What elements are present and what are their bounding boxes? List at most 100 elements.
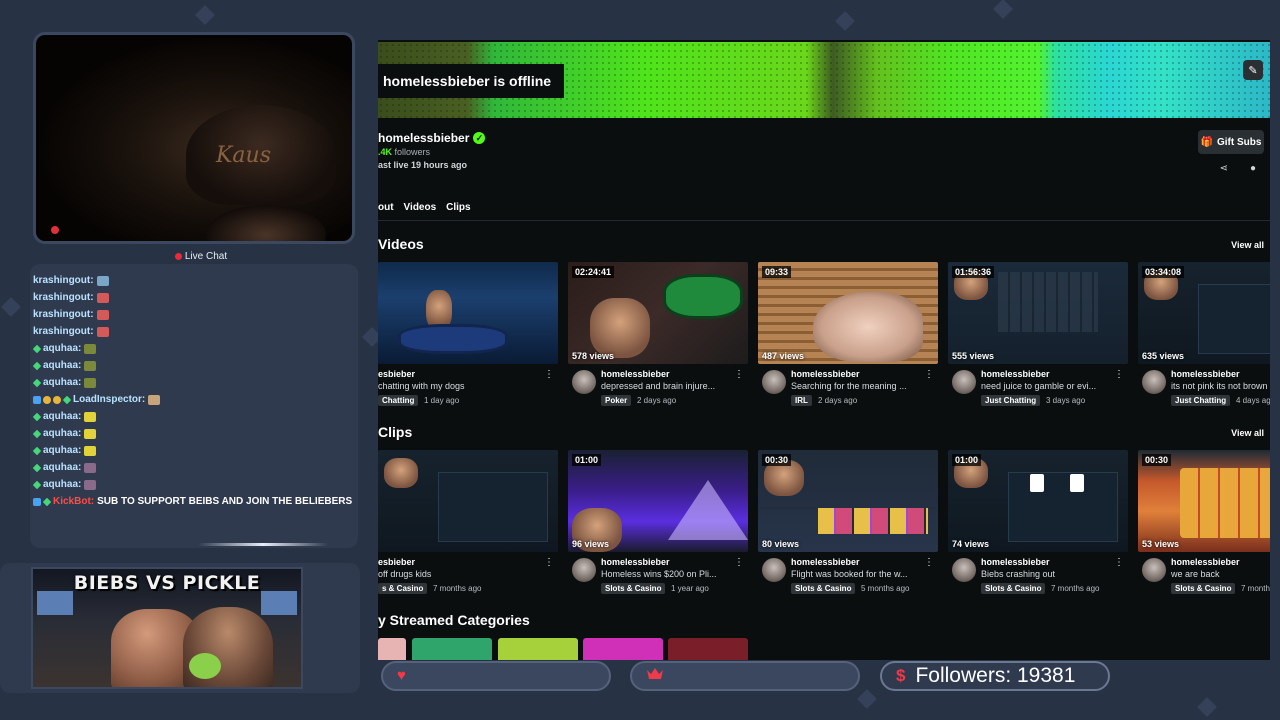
- card-channel-name[interactable]: homelessbieber: [601, 557, 670, 567]
- card-channel-name[interactable]: homelessbieber: [791, 557, 860, 567]
- chat-username[interactable]: aquhaa:: [43, 445, 81, 456]
- share-icon[interactable]: ⋖: [1220, 163, 1228, 174]
- card-meta: homelessbieber Flight was booked for the …: [758, 556, 938, 596]
- card-title[interactable]: depressed and brain injure...: [601, 381, 735, 391]
- more-options-icon[interactable]: ⋮: [734, 557, 744, 568]
- clip-card[interactable]: 01:00 74 views homelessbieber Biebs crashin…: [948, 450, 1128, 596]
- category-tag[interactable]: Slots & Casino: [981, 583, 1046, 594]
- card-channel-name[interactable]: esbieber: [378, 557, 415, 567]
- clip-card[interactable]: esbieber off drugs kids s & Casino 7 months…: [378, 450, 558, 596]
- chat-username[interactable]: aquhaa:: [43, 479, 81, 490]
- chat-panel[interactable]: krashingout: krashingout: krashingout: kras…: [30, 264, 358, 548]
- chat-username[interactable]: aquhaa:: [43, 411, 81, 422]
- card-title[interactable]: need juice to gamble or evi...: [981, 381, 1115, 391]
- more-options-icon[interactable]: ⋮: [924, 557, 934, 568]
- category-thumbnail[interactable]: [668, 638, 748, 660]
- category-tag[interactable]: Just Chatting: [1171, 395, 1231, 406]
- chat-username[interactable]: krashingout:: [33, 309, 94, 320]
- card-channel-name[interactable]: homelessbieber: [1171, 557, 1240, 567]
- clip-card[interactable]: 00:30 53 views homelessbieber we are back Sl…: [1138, 450, 1270, 596]
- chat-username[interactable]: LoadInspector:: [73, 394, 145, 405]
- thumbnail[interactable]: 03:34:08 635 views: [1138, 262, 1270, 364]
- avatar[interactable]: [572, 558, 596, 582]
- avatar[interactable]: [762, 370, 786, 394]
- category-tag[interactable]: Chatting: [378, 395, 419, 406]
- card-channel-name[interactable]: homelessbieber: [791, 369, 860, 379]
- category-tag[interactable]: Just Chatting: [981, 395, 1041, 406]
- avatar[interactable]: [952, 370, 976, 394]
- more-options-icon[interactable]: ⋮: [1114, 369, 1124, 380]
- chat-username[interactable]: aquhaa:: [43, 377, 81, 388]
- category-thumbnail[interactable]: [412, 638, 492, 660]
- category-thumbnail[interactable]: [498, 638, 578, 660]
- card-channel-name[interactable]: esbieber: [378, 369, 415, 379]
- category-tag[interactable]: Slots & Casino: [1171, 583, 1236, 594]
- video-card[interactable]: esbieber chatting with my dogs Chatting 1 d…: [378, 262, 558, 408]
- card-title[interactable]: Flight was booked for the w...: [791, 569, 925, 579]
- chat-username[interactable]: aquhaa:: [43, 360, 81, 371]
- view-count: 578 views: [572, 351, 615, 361]
- thumbnail[interactable]: [378, 450, 558, 552]
- chat-username[interactable]: aquhaa:: [43, 343, 81, 354]
- card-title[interactable]: chatting with my dogs: [378, 381, 512, 391]
- category-tag[interactable]: Slots & Casino: [791, 583, 856, 594]
- more-options-icon[interactable]: ⋮: [544, 557, 554, 568]
- tab-about[interactable]: out: [378, 202, 394, 213]
- tab-videos[interactable]: Videos: [404, 202, 437, 213]
- more-options-icon[interactable]: ⋮: [924, 369, 934, 380]
- chat-username[interactable]: aquhaa:: [43, 428, 81, 439]
- chat-username[interactable]: krashingout:: [33, 275, 94, 286]
- card-channel-name[interactable]: homelessbieber: [981, 557, 1050, 567]
- thumbnail[interactable]: 01:00 74 views: [948, 450, 1128, 552]
- card-title[interactable]: off drugs kids: [378, 569, 512, 579]
- channel-name[interactable]: homelessbieber ✓: [378, 131, 486, 145]
- card-title[interactable]: Biebs crashing out: [981, 569, 1115, 579]
- clip-card[interactable]: 01:00 96 views homelessbieber Homeless wins…: [568, 450, 748, 596]
- card-title[interactable]: Homeless wins $200 on Pli...: [601, 569, 735, 579]
- video-card[interactable]: 09:33 487 views homelessbieber Searching fo…: [758, 262, 938, 408]
- avatar[interactable]: [762, 558, 786, 582]
- more-options-icon[interactable]: ⋮: [544, 369, 554, 380]
- category-tag[interactable]: s & Casino: [378, 583, 428, 594]
- category-tag[interactable]: Poker: [601, 395, 632, 406]
- video-card[interactable]: 03:34:08 635 views homelessbieber its not p…: [1138, 262, 1270, 408]
- videos-view-all[interactable]: View all: [1231, 240, 1264, 250]
- thumbnail[interactable]: 01:56:36 555 views: [948, 262, 1128, 364]
- thumbnail[interactable]: [378, 262, 558, 364]
- category-tag[interactable]: Slots & Casino: [601, 583, 666, 594]
- chat-username[interactable]: aquhaa:: [43, 462, 81, 473]
- avatar[interactable]: [1142, 370, 1166, 394]
- tab-clips[interactable]: Clips: [446, 202, 470, 213]
- kick-channel-page: homelessbieber is offline ✎ homelessbieb…: [378, 40, 1270, 660]
- card-title[interactable]: we are back: [1171, 569, 1270, 579]
- edit-banner-icon[interactable]: ✎: [1243, 60, 1263, 80]
- card-channel-name[interactable]: homelessbieber: [1171, 369, 1240, 379]
- category-thumbnail[interactable]: [583, 638, 663, 660]
- more-options-icon[interactable]: ⋮: [734, 369, 744, 380]
- thumbnail[interactable]: 00:30 53 views: [1138, 450, 1270, 552]
- diamond-badge-icon: [32, 378, 42, 387]
- card-channel-name[interactable]: homelessbieber: [981, 369, 1050, 379]
- card-channel-name[interactable]: homelessbieber: [601, 369, 670, 379]
- thumbnail[interactable]: 09:33 487 views: [758, 262, 938, 364]
- more-options-icon[interactable]: ⋮: [1114, 557, 1124, 568]
- chat-username[interactable]: KickBot:: [53, 496, 94, 507]
- video-card[interactable]: 01:56:36 555 views homelessbieber need juic…: [948, 262, 1128, 408]
- avatar[interactable]: [952, 558, 976, 582]
- category-tag[interactable]: IRL: [791, 395, 812, 406]
- clips-view-all[interactable]: View all: [1231, 428, 1264, 438]
- thumbnail[interactable]: 01:00 96 views: [568, 450, 748, 552]
- clip-card[interactable]: 00:30 80 views homelessbieber Flight was bo…: [758, 450, 938, 596]
- card-title[interactable]: its not pink its not brown its ...: [1171, 381, 1270, 391]
- user-icon[interactable]: ●: [1250, 163, 1256, 174]
- avatar[interactable]: [1142, 558, 1166, 582]
- thumbnail[interactable]: 02:24:41 578 views: [568, 262, 748, 364]
- chat-username[interactable]: krashingout:: [33, 326, 94, 337]
- avatar[interactable]: [572, 370, 596, 394]
- card-title[interactable]: Searching for the meaning ...: [791, 381, 925, 391]
- gift-subs-button[interactable]: 🎁 Gift Subs: [1198, 130, 1264, 154]
- thumbnail[interactable]: 00:30 80 views: [758, 450, 938, 552]
- chat-username[interactable]: krashingout:: [33, 292, 94, 303]
- video-card[interactable]: 02:24:41 578 views homelessbieber depressed…: [568, 262, 748, 408]
- category-thumbnail[interactable]: [378, 638, 406, 660]
